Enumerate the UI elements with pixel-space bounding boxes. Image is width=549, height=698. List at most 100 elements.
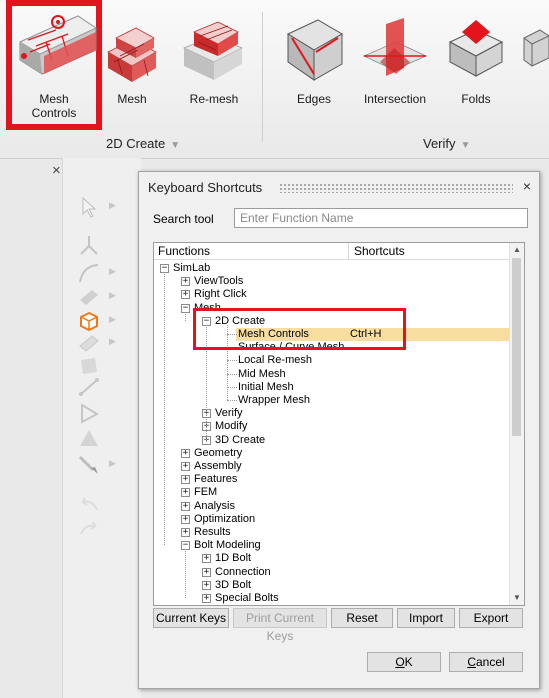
folds-button[interactable]: Folds bbox=[440, 0, 512, 130]
column-divider[interactable] bbox=[348, 243, 349, 259]
tree-guide-line bbox=[164, 272, 165, 546]
left-toolbar: ▶ ▶ ▶ ▶ ▶ ▶ bbox=[62, 158, 141, 698]
expand-icon[interactable]: + bbox=[181, 290, 190, 300]
tree-row[interactable]: Initial Mesh bbox=[154, 381, 509, 394]
tree-item-label: Analysis bbox=[194, 499, 235, 512]
search-input[interactable] bbox=[234, 208, 528, 228]
tree-row[interactable]: + ViewTools bbox=[154, 275, 509, 288]
tree-row[interactable]: − SimLab bbox=[154, 262, 509, 275]
import-button[interactable]: Import bbox=[397, 608, 455, 628]
tree-row[interactable]: + Verify bbox=[154, 407, 509, 420]
tree-row[interactable]: + Assembly bbox=[154, 460, 509, 473]
expand-icon[interactable]: + bbox=[202, 594, 211, 603]
tetra-tool-icon[interactable] bbox=[77, 428, 101, 450]
expand-icon[interactable]: + bbox=[181, 514, 190, 524]
tree-row[interactable]: + Analysis bbox=[154, 500, 509, 513]
group-2d-create[interactable]: 2D Create ▼ bbox=[106, 136, 180, 151]
expand-icon[interactable]: + bbox=[202, 567, 211, 577]
tree-row[interactable]: Mid Mesh bbox=[154, 368, 509, 381]
undo-tool-icon[interactable] bbox=[77, 494, 101, 516]
tree-item-label: 1D Bolt bbox=[215, 552, 252, 565]
tree-row[interactable]: + FEM bbox=[154, 486, 509, 499]
expand-icon[interactable]: + bbox=[181, 528, 190, 537]
expand-arrow-icon[interactable]: ▶ bbox=[109, 458, 116, 469]
tree-item-label: Special Bolts bbox=[215, 592, 279, 604]
tree-row[interactable]: + Results bbox=[154, 526, 509, 539]
tree-row[interactable]: + Right Click bbox=[154, 288, 509, 301]
mesh-controls-button[interactable]: Mesh Controls bbox=[6, 0, 102, 130]
ok-button[interactable]: OK bbox=[367, 652, 441, 672]
brush-tool-icon[interactable] bbox=[77, 454, 101, 476]
dialog-close-icon[interactable]: × bbox=[523, 178, 531, 194]
dialog-drag-handle[interactable] bbox=[279, 183, 513, 193]
expand-icon[interactable]: + bbox=[202, 580, 211, 590]
close-icon[interactable]: × bbox=[52, 162, 61, 179]
folds-label: Folds bbox=[461, 92, 491, 106]
reset-button[interactable]: Reset bbox=[331, 608, 393, 628]
tree-row[interactable]: Local Re-mesh bbox=[154, 354, 509, 367]
pointer-icon[interactable] bbox=[77, 196, 101, 218]
tree-row[interactable]: Wrapper Mesh bbox=[154, 394, 509, 407]
expand-arrow-icon[interactable]: ▶ bbox=[109, 200, 116, 211]
cube-icon bbox=[523, 29, 549, 67]
current-keys-button[interactable]: Current Keys bbox=[153, 608, 229, 628]
scroll-thumb[interactable] bbox=[512, 258, 521, 436]
surface-tool-icon[interactable] bbox=[77, 286, 101, 308]
expand-arrow-icon[interactable]: ▶ bbox=[109, 336, 116, 347]
body-tool-icon[interactable] bbox=[77, 310, 101, 332]
mesh-controls-icon bbox=[18, 15, 98, 75]
shortcuts-tree: Functions Shortcuts − SimLab + ViewTools + Ri… bbox=[153, 242, 525, 606]
tree-row[interactable]: + Special Bolts bbox=[154, 592, 509, 605]
mesh-button[interactable]: Mesh bbox=[98, 0, 166, 130]
tree-item-label: ViewTools bbox=[194, 275, 244, 288]
tree-item-label: Local Re-mesh bbox=[238, 354, 312, 367]
tree-row[interactable]: + Connection bbox=[154, 566, 509, 579]
tree-row[interactable]: +3D Bolt bbox=[154, 579, 509, 592]
node-tool-icon[interactable] bbox=[77, 234, 101, 256]
expand-icon[interactable]: + bbox=[181, 448, 190, 458]
export-button[interactable]: Export bbox=[459, 608, 523, 628]
tree-item-label: Wrapper Mesh bbox=[238, 394, 310, 406]
face-tool-icon[interactable] bbox=[77, 354, 101, 376]
expand-icon[interactable]: + bbox=[181, 501, 190, 511]
intersection-label: Intersection bbox=[363, 92, 427, 106]
edges-label: Edges bbox=[296, 92, 332, 106]
tree-row[interactable]: + Modify bbox=[154, 420, 509, 433]
expand-arrow-icon[interactable]: ▶ bbox=[109, 266, 116, 277]
print-current-keys-button[interactable]: Print Current Keys bbox=[233, 608, 327, 643]
scroll-down-icon[interactable]: ▼ bbox=[510, 591, 524, 605]
expand-icon[interactable]: + bbox=[181, 462, 190, 471]
tree-row[interactable]: + Geometry bbox=[154, 447, 509, 460]
expand-arrow-icon[interactable]: ▶ bbox=[109, 290, 116, 301]
remesh-button[interactable]: Re-mesh bbox=[178, 0, 250, 130]
ribbon-toolbar: Mesh Controls Mesh Re-mesh Edges Interse… bbox=[0, 0, 549, 159]
triangle-tool-icon[interactable] bbox=[77, 402, 101, 424]
tree-row[interactable]: + Optimization bbox=[154, 513, 509, 526]
element-tool-icon[interactable] bbox=[77, 332, 101, 354]
tree-item-label: Right Click bbox=[194, 288, 247, 301]
edges-button[interactable]: Edges bbox=[278, 0, 350, 130]
mesh-icon bbox=[107, 27, 157, 82]
intersection-icon bbox=[363, 18, 427, 76]
edge-tool-icon[interactable] bbox=[77, 376, 101, 398]
cancel-button[interactable]: Cancel bbox=[449, 652, 523, 672]
expand-icon[interactable]: + bbox=[181, 488, 190, 498]
curve-tool-icon[interactable] bbox=[77, 262, 101, 284]
expand-icon[interactable]: + bbox=[181, 475, 190, 485]
folds-icon bbox=[448, 20, 504, 77]
tree-item-label: FEM bbox=[194, 486, 218, 499]
tree-row[interactable]: + Features bbox=[154, 473, 509, 486]
intersection-button[interactable]: Intersection bbox=[358, 0, 432, 130]
expand-icon[interactable]: + bbox=[202, 554, 211, 564]
redo-tool-icon[interactable] bbox=[77, 518, 101, 540]
column-shortcuts[interactable]: Shortcuts bbox=[354, 244, 405, 258]
tree-row[interactable]: +3D Create bbox=[154, 434, 509, 447]
tree-row[interactable]: +1D Bolt bbox=[154, 552, 509, 565]
scroll-up-icon[interactable]: ▲ bbox=[510, 243, 524, 257]
tree-row[interactable]: − Bolt Modeling bbox=[154, 539, 509, 552]
expand-icon[interactable]: + bbox=[181, 277, 190, 287]
vertical-scrollbar[interactable]: ▲ ▼ bbox=[509, 243, 524, 605]
group-verify[interactable]: Verify ▼ bbox=[423, 136, 470, 151]
column-functions[interactable]: Functions bbox=[158, 244, 210, 258]
expand-arrow-icon[interactable]: ▶ bbox=[109, 314, 116, 325]
